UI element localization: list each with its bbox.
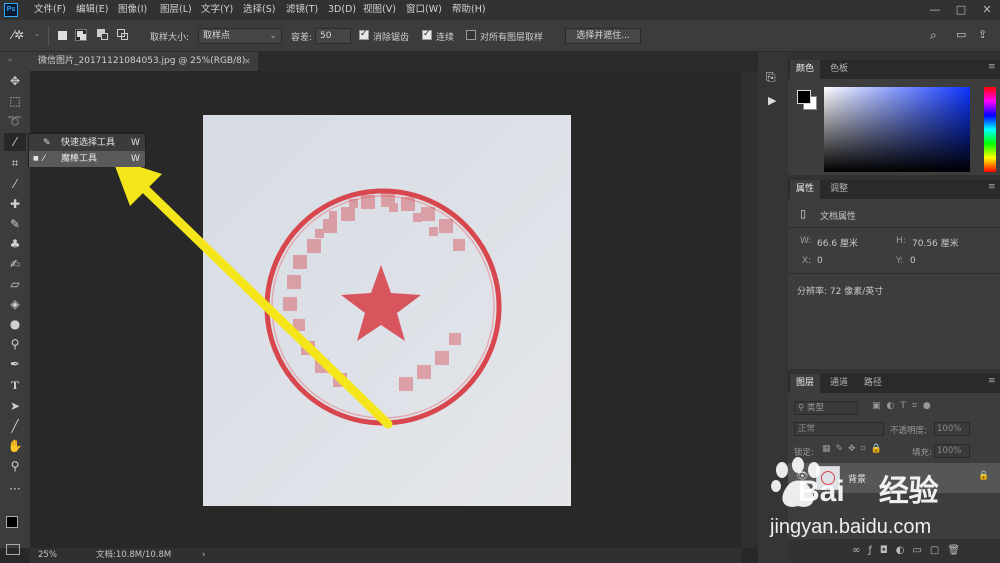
layer-filter-select[interactable]: ⚲ 类型 xyxy=(794,401,858,415)
color-panel-tabs: 颜色 色板 ≡ xyxy=(788,60,1000,79)
y-value[interactable]: 0 xyxy=(910,256,916,266)
tab-swatches[interactable]: 色板 xyxy=(824,60,854,79)
panel-menu-icon[interactable]: ≡ xyxy=(988,62,996,72)
document-size: 文档:10.8M/10.8M xyxy=(96,550,172,560)
lock-icons[interactable]: ▦✎✥⌗🔒 xyxy=(822,444,887,454)
status-menu-arrow-icon[interactable]: › xyxy=(202,548,205,563)
layers-panel-tabs: 图层 通道 路径 ≡ xyxy=(788,374,1000,393)
tab-paths[interactable]: 路径 xyxy=(858,374,888,393)
layer-filter-icons[interactable]: ▣◐T⌗● xyxy=(872,401,937,411)
divider xyxy=(788,273,1000,274)
quick-selection-tool-icon: ✎ xyxy=(43,138,51,148)
height-label: H: xyxy=(896,236,906,246)
search-icon: ⚲ xyxy=(798,403,807,413)
shortcut-key: W xyxy=(131,138,140,148)
watermark-brand-cn: 经验 xyxy=(878,475,939,508)
document-properties-title: 文档属性 xyxy=(820,212,857,222)
opacity-label: 不透明度: xyxy=(890,426,927,436)
y-label: Y: xyxy=(896,256,904,266)
height-value[interactable]: 70.56 厘米 xyxy=(912,236,959,249)
panel-menu-icon[interactable]: ≡ xyxy=(988,182,996,192)
layers-footer: ∞ƒ◘◐▭▢🗑 xyxy=(788,539,1000,563)
tab-layers[interactable]: 图层 xyxy=(790,374,821,393)
document-icon: ▯ xyxy=(800,207,807,220)
fill-label: 填充: xyxy=(912,448,932,458)
magic-wand-menu-item[interactable]: ■ ⁄ 魔棒工具 W xyxy=(29,151,145,167)
zoom-level[interactable]: 25% xyxy=(38,548,57,563)
watermark-brand-latin: Bai xyxy=(798,475,845,508)
lock-icon: 🔒 xyxy=(978,471,990,481)
magic-wand-tool-icon: ⁄ xyxy=(43,154,45,164)
selected-bullet-icon: ■ xyxy=(33,155,39,162)
blend-mode-select[interactable]: 正常 xyxy=(794,422,884,436)
x-label: X: xyxy=(802,256,812,266)
watermark-url: jingyan.baidu.com xyxy=(770,516,932,538)
panel-menu-icon[interactable]: ≡ xyxy=(988,376,996,386)
magic-wand-label: 魔棒工具 xyxy=(61,154,98,164)
properties-panel-tabs: 属性 调整 ≡ xyxy=(788,180,1000,199)
tab-properties[interactable]: 属性 xyxy=(790,180,821,199)
shortcut-key: W xyxy=(131,154,140,164)
width-value[interactable]: 66.6 厘米 xyxy=(817,236,858,249)
layer-actions-icons[interactable]: ∞ƒ◘◐▭▢🗑 xyxy=(852,545,968,556)
color-field[interactable] xyxy=(824,87,970,172)
divider xyxy=(788,227,1000,228)
history-icon[interactable]: ⎘ xyxy=(766,70,776,85)
tool-flyout-menu: ✎ 快速选择工具 W ■ ⁄ 魔棒工具 W xyxy=(28,133,146,167)
watermark-brand: Bai 经验 xyxy=(798,466,939,510)
properties-panel: ▯ 文档属性 W: 66.6 厘米 H: 70.56 厘米 X: 0 Y: 0 … xyxy=(788,199,1000,369)
hue-slider[interactable] xyxy=(984,87,996,172)
layer-filter-value: 类型 xyxy=(806,403,824,413)
tab-channels[interactable]: 通道 xyxy=(824,374,854,393)
opacity-input[interactable]: 100% xyxy=(934,422,970,436)
quick-selection-label: 快速选择工具 xyxy=(61,138,116,148)
foreground-color-swatch[interactable] xyxy=(797,90,811,104)
x-value[interactable]: 0 xyxy=(817,256,823,266)
play-actions-icon[interactable]: ▶ xyxy=(768,94,776,107)
tab-adjustments[interactable]: 调整 xyxy=(824,180,854,199)
tab-color[interactable]: 颜色 xyxy=(790,60,821,79)
quick-selection-menu-item[interactable]: ✎ 快速选择工具 W xyxy=(29,135,145,151)
fill-input[interactable]: 100% xyxy=(934,444,970,458)
resolution-text: 分辨率: 72 像素/英寸 xyxy=(797,287,884,297)
color-panel xyxy=(788,79,1000,175)
status-bar: 25% 文档:10.8M/10.8M › xyxy=(30,548,742,563)
width-label: W: xyxy=(800,236,812,246)
